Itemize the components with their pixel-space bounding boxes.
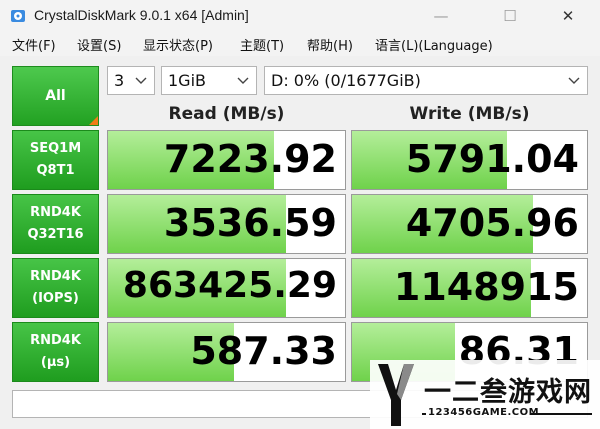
test-name: SEQ1M xyxy=(29,141,82,156)
write-result-seq1m: 5791.04 xyxy=(351,130,588,190)
test-param: (μs) xyxy=(40,355,71,370)
write-value: 4705.96 xyxy=(405,201,579,245)
menu-bar: 文件(F) 设置(S) 显示状态(P) 主题(T) 帮助(H) 语言(L)(La… xyxy=(0,32,600,56)
test-name: RND4K xyxy=(30,269,81,284)
menu-help[interactable]: 帮助(H) xyxy=(307,35,353,54)
test-button-rnd4k-iops[interactable]: RND4K (IOPS) xyxy=(12,258,99,318)
write-column-header: Write (MB/s) xyxy=(409,104,530,124)
drive-value: D: 0% (0/1677GiB) xyxy=(271,71,421,90)
test-param: (IOPS) xyxy=(32,291,79,306)
run-all-button[interactable]: All xyxy=(12,66,99,126)
menu-view[interactable]: 显示状态(P) xyxy=(143,35,213,54)
test-button-rnd4k-latency[interactable]: RND4K (μs) xyxy=(12,322,99,382)
maximize-button[interactable]: ☐ xyxy=(487,0,533,32)
write-result-rnd4k-q32t16: 4705.96 xyxy=(351,194,588,254)
menu-language[interactable]: 语言(L)(Language) xyxy=(375,35,493,54)
chevron-down-icon xyxy=(135,77,147,84)
read-result-seq1m: 7223.92 xyxy=(107,130,346,190)
test-count-select[interactable]: 3 xyxy=(107,66,155,95)
watermark-url: 123456GAME.COM xyxy=(428,407,540,418)
read-value: 863425.29 xyxy=(122,265,337,306)
test-name: RND4K xyxy=(30,205,81,220)
test-button-rnd4k-q32t16[interactable]: RND4K Q32T16 xyxy=(12,194,99,254)
title-bar: CrystalDiskMark 9.0.1 x64 [Admin] — ☐ ✕ xyxy=(0,0,600,32)
read-value: 587.33 xyxy=(190,329,337,373)
menu-file[interactable]: 文件(F) xyxy=(12,35,56,54)
watermark-logo-y xyxy=(378,364,414,426)
app-disk-icon xyxy=(11,10,25,22)
read-result-rnd4k-latency: 587.33 xyxy=(107,322,346,382)
test-size-value: 1GiB xyxy=(168,71,206,90)
test-param: Q32T16 xyxy=(27,227,84,242)
close-button[interactable]: ✕ xyxy=(545,0,591,32)
menu-settings[interactable]: 设置(S) xyxy=(77,35,121,54)
menu-theme[interactable]: 主题(T) xyxy=(240,35,284,54)
watermark-site-name: 一二叁游戏网 xyxy=(424,377,592,408)
watermark-rule-right xyxy=(530,413,592,415)
read-result-rnd4k-q32t16: 3536.59 xyxy=(107,194,346,254)
run-all-label: All xyxy=(45,88,66,104)
corner-marker-icon xyxy=(89,116,98,125)
test-button-seq1m[interactable]: SEQ1M Q8T1 xyxy=(12,130,99,190)
site-watermark: 一二叁游戏网 123456GAME.COM xyxy=(370,360,600,429)
read-column-header: Read (MB/s) xyxy=(168,104,285,124)
read-value: 3536.59 xyxy=(163,201,337,245)
write-value: 5791.04 xyxy=(405,137,579,181)
maximize-icon: ☐ xyxy=(503,7,517,25)
close-icon: ✕ xyxy=(561,7,575,25)
window-title: CrystalDiskMark 9.0.1 x64 [Admin] xyxy=(34,7,249,23)
chevron-down-icon xyxy=(568,77,580,84)
minimize-icon: — xyxy=(433,7,449,25)
test-size-select[interactable]: 1GiB xyxy=(161,66,257,95)
test-param: Q8T1 xyxy=(36,163,75,178)
test-name: RND4K xyxy=(30,333,81,348)
drive-select[interactable]: D: 0% (0/1677GiB) xyxy=(264,66,588,95)
test-count-value: 3 xyxy=(114,71,125,90)
write-result-rnd4k-iops: 1148915 xyxy=(351,258,588,318)
write-value: 1148915 xyxy=(393,265,579,309)
watermark-rule-left xyxy=(422,413,426,415)
read-result-rnd4k-iops: 863425.29 xyxy=(107,258,346,318)
chevron-down-icon xyxy=(237,77,249,84)
read-value: 7223.92 xyxy=(163,137,337,181)
minimize-button[interactable]: — xyxy=(418,0,464,32)
